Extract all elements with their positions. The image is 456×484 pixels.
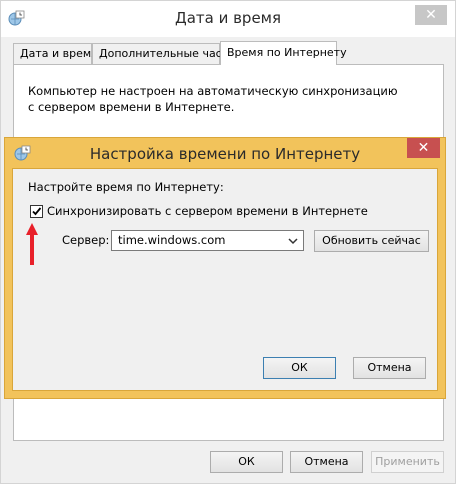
title-bar: Дата и время ✕	[1, 1, 455, 37]
tab-date-time[interactable]: Дата и время	[13, 43, 98, 64]
sync-status-text: Компьютер не настроен на автоматическую …	[28, 84, 398, 114]
server-combobox[interactable]: time.windows.com	[111, 230, 304, 251]
dialog-ok-button[interactable]: ОК	[263, 357, 336, 379]
close-icon[interactable]: ✕	[407, 138, 440, 158]
dropdown-arrow-icon[interactable]	[287, 234, 299, 248]
tab-internet-time[interactable]: Время по Интернету	[220, 41, 347, 65]
checkmark-icon	[32, 207, 42, 216]
close-icon[interactable]: ✕	[415, 5, 447, 25]
settings-heading: Настройте время по Интернету:	[28, 180, 224, 194]
apply-button[interactable]: Применить	[371, 451, 444, 473]
ok-button[interactable]: ОК	[210, 451, 283, 473]
internet-time-settings-dialog: Настройка времени по Интернету ✕ Настрой…	[4, 137, 446, 399]
sync-checkbox[interactable]	[30, 205, 43, 218]
update-now-button[interactable]: Обновить сейчас	[314, 230, 429, 252]
red-arrow-icon	[26, 223, 38, 265]
dialog-cancel-button[interactable]: Отмена	[353, 357, 426, 379]
server-label: Сервер:	[62, 233, 110, 247]
server-value: time.windows.com	[118, 233, 226, 247]
window-title: Дата и время	[174, 9, 282, 27]
dialog-client-area: Настройте время по Интернету: Синхронизи…	[12, 168, 438, 391]
dialog-title: Настройка времени по Интернету	[89, 145, 361, 163]
tab-additional-clocks[interactable]: Дополнительные часы	[92, 43, 230, 64]
cancel-button[interactable]: Отмена	[290, 451, 363, 473]
sync-checkbox-label[interactable]: Синхронизировать с сервером времени в Ин…	[47, 204, 368, 218]
